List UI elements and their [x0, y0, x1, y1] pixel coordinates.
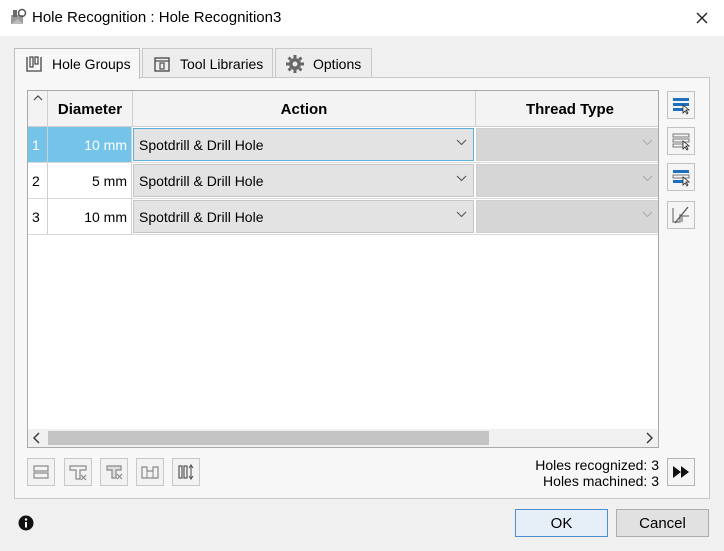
row-number: 1	[28, 127, 48, 162]
delete-segment-icon	[106, 465, 123, 480]
close-icon	[696, 12, 708, 24]
chevron-up-icon	[33, 95, 42, 101]
column-header-thread-type[interactable]: Thread Type	[476, 91, 658, 127]
title-bar: Hole Recognition : Hole Recognition3	[0, 0, 724, 36]
split-holes-icon	[672, 206, 689, 224]
scrollbar-thumb[interactable]	[48, 431, 489, 445]
table-row[interactable]: 3 10 mm Spotdrill & Drill Hole	[28, 199, 658, 235]
tab-label: Options	[313, 55, 362, 72]
thread-type-dropdown[interactable]	[476, 164, 658, 197]
select-all-icon	[673, 98, 691, 115]
info-icon[interactable]	[18, 515, 34, 531]
diameter-cell[interactable]: 10 mm	[48, 127, 132, 162]
ok-button[interactable]: OK	[515, 509, 608, 537]
select-all-rows-button[interactable]	[667, 91, 695, 119]
tool-library-icon	[152, 54, 172, 74]
distribute-holes-icon	[178, 464, 194, 480]
hole-groups-panel: Diameter Action Thread Type 1 10 mm Spot…	[14, 77, 710, 499]
thread-type-dropdown[interactable]	[476, 128, 658, 161]
window-title: Hole Recognition : Hole Recognition3	[32, 9, 282, 26]
split-group-button[interactable]	[667, 201, 695, 229]
thread-type-dropdown[interactable]	[476, 200, 658, 233]
hole-recognition-app-icon	[8, 7, 28, 27]
invert-selection-button[interactable]	[667, 163, 695, 191]
tab-hole-groups[interactable]: Hole Groups	[14, 48, 140, 79]
chevron-down-icon	[456, 175, 467, 182]
select-none-icon	[672, 133, 691, 151]
column-header-diameter[interactable]: Diameter	[48, 91, 133, 127]
merge-icon	[33, 465, 49, 479]
hole-stats: Holes recognized: 3 Holes machined: 3	[535, 457, 659, 489]
action-dropdown[interactable]: Spotdrill & Drill Hole	[133, 200, 474, 233]
chevron-down-icon	[642, 211, 653, 218]
chevron-down-icon	[456, 211, 467, 218]
hole-groups-icon	[24, 54, 44, 74]
invert-selection-icon	[672, 170, 691, 187]
chevron-down-icon	[456, 139, 467, 146]
row-number: 3	[28, 199, 48, 234]
scroll-right-icon	[646, 432, 653, 444]
tab-tool-libraries[interactable]: Tool Libraries	[142, 48, 273, 78]
action-value: Spotdrill & Drill Hole	[139, 136, 264, 153]
action-dropdown[interactable]: Spotdrill & Drill Hole	[133, 128, 474, 161]
counterbore-button[interactable]	[136, 458, 164, 486]
gear-icon	[285, 54, 305, 74]
action-value: Spotdrill & Drill Hole	[139, 172, 264, 189]
tab-label: Hole Groups	[52, 56, 131, 72]
row-number: 2	[28, 163, 48, 198]
table-row[interactable]: 1 10 mm Spotdrill & Drill Hole	[28, 127, 658, 163]
counterbore-icon	[141, 466, 159, 479]
hole-groups-table: Diameter Action Thread Type 1 10 mm Spot…	[27, 90, 659, 448]
table-header: Diameter Action Thread Type	[28, 91, 658, 127]
delete-feature-button[interactable]	[64, 458, 92, 486]
tab-label: Tool Libraries	[180, 55, 264, 72]
table-row[interactable]: 2 5 mm Spotdrill & Drill Hole	[28, 163, 658, 199]
holes-machined-label: Holes machined: 3	[543, 473, 659, 489]
merge-groups-button[interactable]	[27, 458, 55, 486]
delete-feature-icon	[69, 465, 87, 481]
scroll-left-icon	[33, 432, 40, 444]
holes-recognized-label: Holes recognized: 3	[535, 457, 659, 473]
column-header-action[interactable]: Action	[133, 91, 476, 127]
action-value: Spotdrill & Drill Hole	[139, 208, 264, 225]
chevron-down-icon	[642, 175, 653, 182]
action-dropdown[interactable]: Spotdrill & Drill Hole	[133, 164, 474, 197]
chevron-down-icon	[642, 139, 653, 146]
close-button[interactable]	[690, 6, 714, 30]
fast-forward-icon	[673, 466, 689, 478]
horizontal-scrollbar[interactable]	[28, 429, 658, 447]
select-none-button[interactable]	[667, 127, 695, 155]
diameter-cell[interactable]: 5 mm	[48, 163, 132, 198]
cancel-button[interactable]: Cancel	[616, 509, 709, 537]
distribute-button[interactable]	[172, 458, 200, 486]
sort-toggle[interactable]	[28, 91, 48, 127]
next-button[interactable]	[667, 458, 695, 486]
delete-segment-button[interactable]	[100, 458, 128, 486]
diameter-cell[interactable]: 10 mm	[48, 199, 132, 234]
tab-options[interactable]: Options	[275, 48, 372, 78]
